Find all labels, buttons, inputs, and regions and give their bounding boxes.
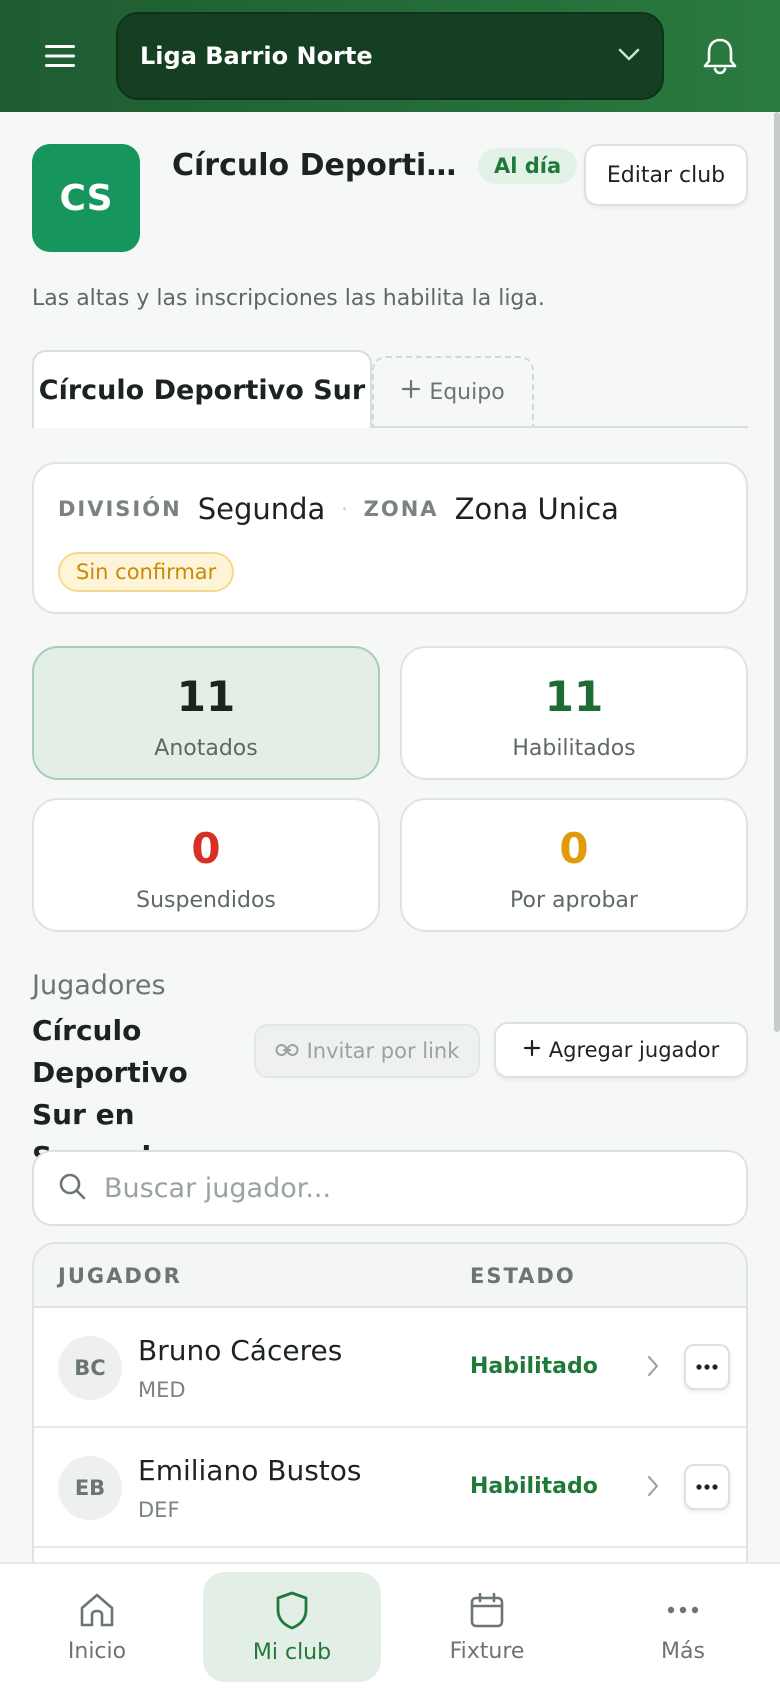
- stat-label: Suspendidos: [136, 888, 276, 913]
- table-header: JUGADOR ESTADO: [34, 1244, 746, 1308]
- club-logo: CS: [32, 144, 140, 252]
- more-icon: [664, 1591, 702, 1633]
- plus-icon: [523, 1038, 541, 1062]
- players-kicker: Jugadores: [32, 970, 166, 1001]
- search-icon: [58, 1172, 86, 1204]
- app-header: Liga Barrio Norte: [0, 0, 780, 112]
- edit-club-button[interactable]: Editar club: [584, 144, 748, 206]
- hamburger-menu-icon[interactable]: [32, 34, 88, 78]
- shield-icon: [274, 1590, 310, 1634]
- league-selector[interactable]: Liga Barrio Norte: [116, 12, 664, 100]
- calendar-icon: [468, 1591, 506, 1633]
- stat-value: 0: [191, 824, 221, 873]
- plus-icon: [401, 379, 421, 405]
- chevron-right-icon: [646, 1474, 660, 1502]
- division-value: Segunda: [197, 492, 326, 526]
- search-placeholder: Buscar jugador...: [104, 1172, 332, 1204]
- division-card: DIVISIÓN Segunda · ZONA Zona Unica Sin c…: [32, 462, 748, 614]
- home-icon: [78, 1591, 116, 1633]
- scrollbar[interactable]: [774, 112, 780, 1032]
- row-more-button[interactable]: [684, 1344, 730, 1390]
- club-status-badge: Al día: [478, 148, 578, 184]
- bell-icon[interactable]: [690, 30, 750, 82]
- division-row: DIVISIÓN Segunda · ZONA Zona Unica: [58, 492, 619, 526]
- add-player-label: Agregar jugador: [548, 1038, 720, 1062]
- stat-habilitados[interactable]: 11 Habilitados: [400, 646, 748, 780]
- nav-inicio[interactable]: Inicio: [8, 1572, 186, 1682]
- nav-label: Mi club: [252, 1639, 332, 1665]
- stat-value: 11: [544, 672, 604, 721]
- zone-value: Zona Unica: [454, 492, 619, 526]
- player-state: Habilitado: [470, 1474, 598, 1499]
- stat-value: 11: [176, 672, 236, 721]
- tab-team-active[interactable]: Círculo Deportivo Sur: [32, 350, 372, 428]
- avatar: EB: [58, 1456, 122, 1520]
- player-position: DEF: [138, 1498, 180, 1522]
- player-state: Habilitado: [470, 1354, 598, 1379]
- unconfirmed-badge: Sin confirmar: [58, 552, 235, 592]
- add-team-tab[interactable]: Equipo: [372, 356, 534, 426]
- stat-suspendidos[interactable]: 0 Suspendidos: [32, 798, 380, 932]
- nav-label: Más: [661, 1638, 705, 1664]
- stat-por-aprobar[interactable]: 0 Por aprobar: [400, 798, 748, 932]
- link-icon: [275, 1039, 299, 1063]
- nav-label: Fixture: [449, 1638, 525, 1664]
- nav-label: Inicio: [67, 1638, 127, 1664]
- division-label: DIVISIÓN: [58, 497, 182, 521]
- zone-label: ZONA: [363, 497, 439, 521]
- nav-mas[interactable]: Más: [594, 1572, 772, 1682]
- stat-value: 0: [559, 824, 589, 873]
- player-name: Emiliano Bustos: [138, 1454, 362, 1487]
- invite-by-link-button[interactable]: Invitar por link: [254, 1024, 480, 1078]
- column-header-state: ESTADO: [470, 1264, 576, 1288]
- table-row[interactable]: BC Bruno Cáceres MED Habilitado: [34, 1308, 746, 1428]
- column-header-player: JUGADOR: [58, 1264, 182, 1288]
- add-team-label: Equipo: [429, 379, 505, 405]
- add-player-button[interactable]: Agregar jugador: [494, 1022, 748, 1078]
- club-note: Las altas y las inscripciones las habili…: [32, 286, 545, 311]
- club-name: Círculo Deportivo Sur: [172, 148, 462, 183]
- nav-mi-club[interactable]: Mi club: [203, 1572, 381, 1682]
- table-row[interactable]: EB Emiliano Bustos DEF Habilitado: [34, 1428, 746, 1548]
- stat-label: Por aprobar: [510, 888, 638, 913]
- player-name: Bruno Cáceres: [138, 1334, 343, 1367]
- invite-label: Invitar por link: [306, 1039, 460, 1063]
- separator-dot: ·: [341, 497, 348, 521]
- league-name: Liga Barrio Norte: [140, 42, 373, 70]
- chevron-down-icon: [618, 47, 640, 66]
- stat-label: Anotados: [154, 736, 258, 761]
- chevron-right-icon: [646, 1354, 660, 1382]
- bottom-navigation: Inicio Mi club Fixture Más: [0, 1562, 780, 1688]
- player-search-input[interactable]: Buscar jugador...: [32, 1150, 748, 1226]
- row-more-button[interactable]: [684, 1464, 730, 1510]
- stat-label: Habilitados: [512, 736, 636, 761]
- avatar: BC: [58, 1336, 122, 1400]
- stat-anotados[interactable]: 11 Anotados: [32, 646, 380, 780]
- player-position: MED: [138, 1378, 186, 1402]
- nav-fixture[interactable]: Fixture: [398, 1572, 576, 1682]
